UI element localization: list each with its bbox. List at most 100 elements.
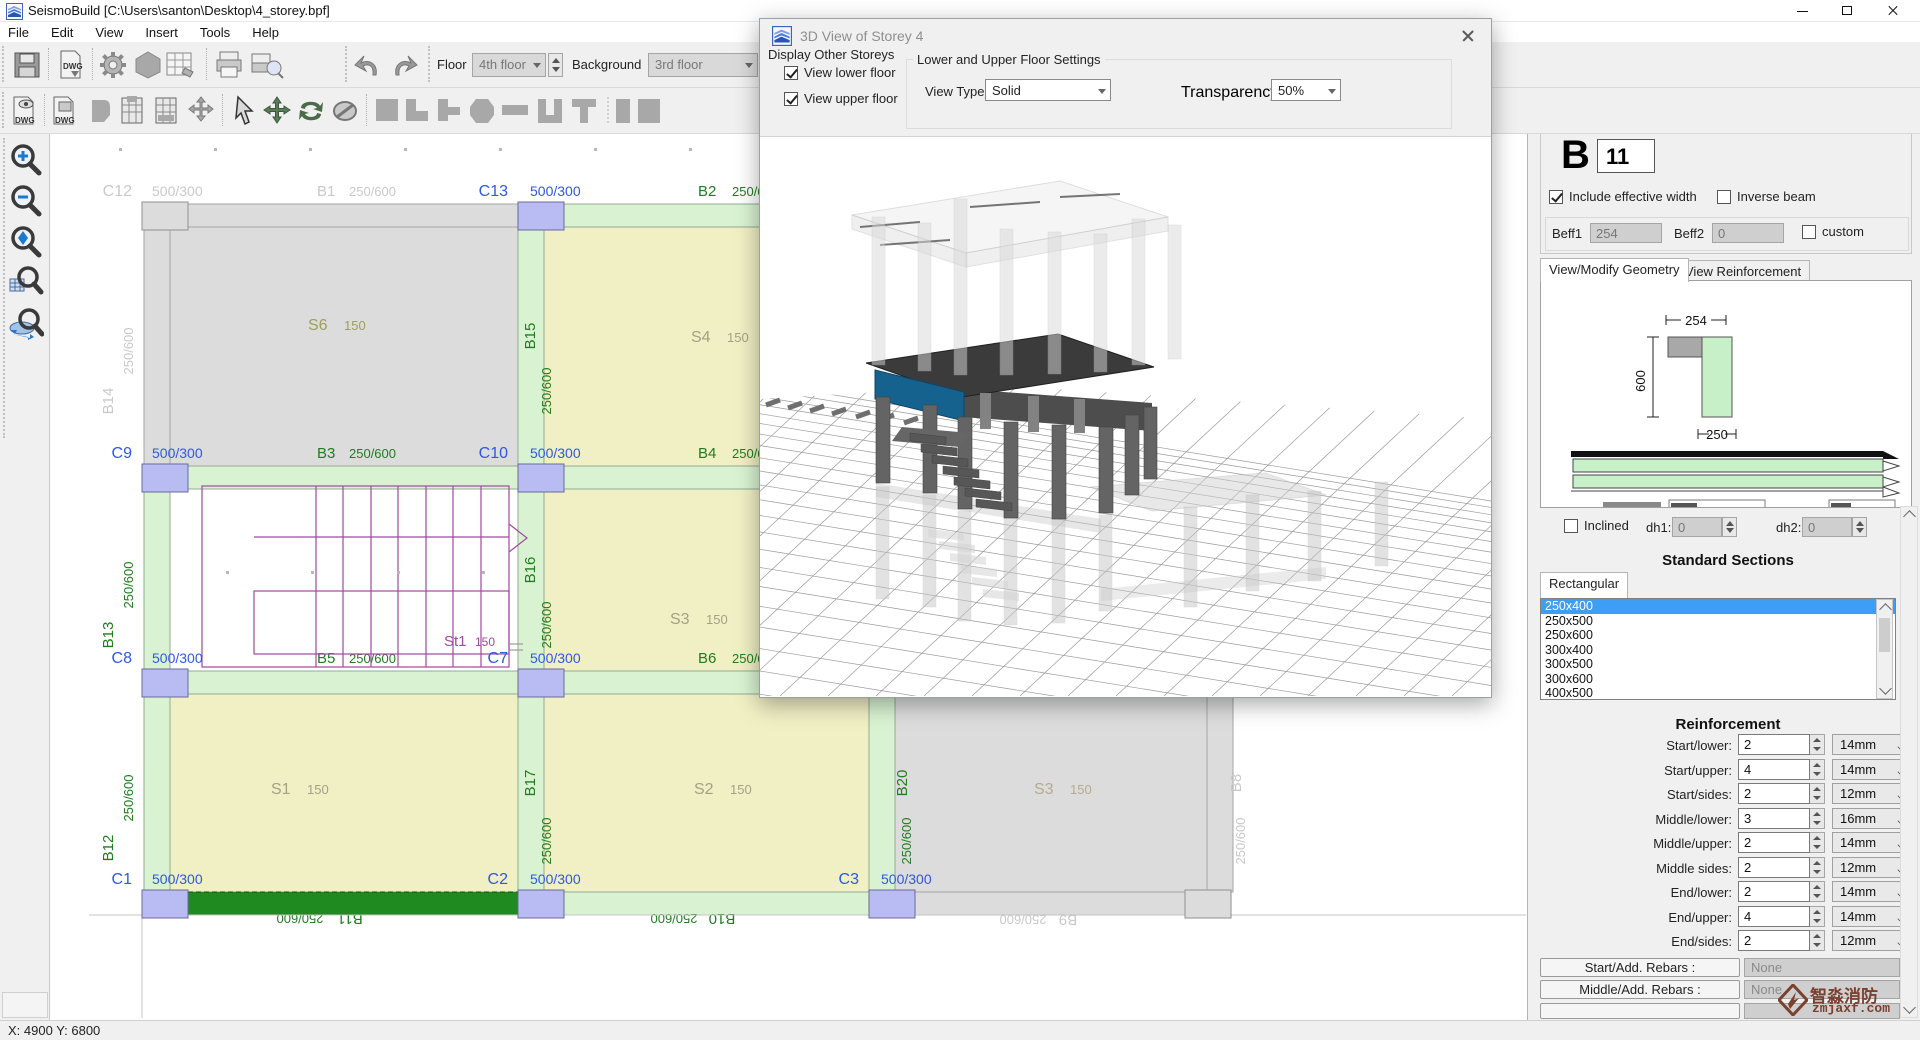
- print-preview-icon[interactable]: [250, 50, 284, 80]
- rebar-count-spinner[interactable]: [1810, 734, 1825, 755]
- close-button[interactable]: [1876, 0, 1910, 22]
- menu-item-insert[interactable]: Insert: [145, 25, 178, 40]
- menu-item-view[interactable]: View: [95, 25, 123, 40]
- rebar-count-input[interactable]: 2: [1738, 930, 1810, 951]
- section-item-250x400[interactable]: 250x400: [1541, 599, 1895, 614]
- inclined-checkbox[interactable]: Inclined: [1564, 518, 1629, 533]
- transparency-select[interactable]: 50%: [1271, 79, 1341, 101]
- rebar-count-spinner[interactable]: [1810, 906, 1825, 927]
- menu-item-edit[interactable]: Edit: [51, 25, 73, 40]
- section-item-400x500[interactable]: 400x500: [1541, 686, 1895, 700]
- import-dwg-icon[interactable]: DWG: [56, 49, 86, 81]
- save-icon[interactable]: [12, 50, 42, 80]
- rebar-count-input[interactable]: 4: [1738, 759, 1810, 780]
- rotate-tool-icon[interactable]: [296, 96, 326, 126]
- tab-view-reinforcement[interactable]: View Reinforcement: [1676, 260, 1810, 282]
- beam-B12[interactable]: B12250/600: [100, 694, 170, 892]
- view-lower-floor-checkbox[interactable]: View lower floor: [784, 65, 896, 80]
- dh2-field[interactable]: 0: [1802, 517, 1852, 537]
- sections-list[interactable]: 250x400250x500250x600300x400300x500300x6…: [1540, 598, 1896, 700]
- tab-rectangular[interactable]: Rectangular: [1540, 572, 1628, 598]
- panel-scrollbar[interactable]: [1900, 506, 1918, 1018]
- menu-item-file[interactable]: File: [8, 25, 29, 40]
- beam-B10[interactable]: B10250/600: [564, 892, 869, 927]
- view-3d-icon[interactable]: [8, 306, 44, 342]
- slab-S2[interactable]: S2150: [544, 694, 869, 892]
- delete-tool-icon[interactable]: [330, 96, 360, 126]
- end-add-rebars-button-clipped[interactable]: [1540, 1003, 1740, 1019]
- grid-tool-icon[interactable]: [118, 96, 148, 126]
- print-icon[interactable]: [214, 50, 246, 80]
- middle-add-rebars-button[interactable]: Middle/Add. Rebars :: [1540, 980, 1740, 999]
- rebar-count-spinner[interactable]: [1810, 759, 1825, 780]
- dh1-field[interactable]: 0: [1672, 517, 1722, 537]
- rebar-count-spinner[interactable]: [1810, 881, 1825, 902]
- inverse-beam-checkbox[interactable]: Inverse beam: [1717, 189, 1816, 204]
- settings-gear-icon[interactable]: [98, 50, 128, 80]
- include-effective-width-checkbox[interactable]: Include effective width: [1549, 189, 1697, 204]
- redo-icon[interactable]: [388, 51, 420, 79]
- zoom-in-icon[interactable]: [8, 142, 44, 178]
- slab-S3[interactable]: S3150: [895, 694, 1207, 892]
- dwg-insert-icon[interactable]: DWG: [50, 95, 80, 127]
- beam-B1[interactable]: B1250/600: [188, 183, 518, 227]
- start-add-rebars-button[interactable]: Start/Add. Rebars :: [1540, 958, 1740, 977]
- rebar-count-input[interactable]: 4: [1738, 906, 1810, 927]
- slab-S1[interactable]: S1150: [170, 694, 518, 892]
- rebar-count-spinner[interactable]: [1810, 832, 1825, 853]
- rebar-count-spinner[interactable]: [1810, 808, 1825, 829]
- zoom-extents-icon[interactable]: [8, 224, 44, 260]
- section-item-300x600[interactable]: 300x600: [1541, 672, 1895, 687]
- move-tool-icon[interactable]: [262, 96, 292, 126]
- rebar-count-spinner[interactable]: [1810, 930, 1825, 951]
- grid-move-icon[interactable]: [186, 96, 216, 126]
- zoom-out-icon[interactable]: [8, 183, 44, 219]
- slab-S6[interactable]: S6150: [170, 227, 518, 466]
- dialog-close-icon[interactable]: [1459, 27, 1477, 45]
- beam-B5[interactable]: B5250/600: [188, 650, 518, 694]
- section-item-300x500[interactable]: 300x500: [1541, 657, 1895, 672]
- rebar-count-input[interactable]: 2: [1738, 734, 1810, 755]
- grid-edit-icon[interactable]: [165, 50, 197, 80]
- dh2-spinner[interactable]: [1852, 517, 1867, 537]
- dh1-spinner[interactable]: [1722, 517, 1737, 537]
- minimize-button[interactable]: [1786, 0, 1820, 22]
- blob-tool-icon[interactable]: [86, 97, 114, 125]
- rebar-count-input[interactable]: 2: [1738, 857, 1810, 878]
- view-type-select[interactable]: Solid: [985, 79, 1111, 101]
- tab-view-modify-geometry[interactable]: View/Modify Geometry: [1540, 258, 1689, 282]
- column[interactable]: [1185, 890, 1231, 918]
- section-item-250x500[interactable]: 250x500: [1541, 614, 1895, 629]
- stair-St1[interactable]: St1150: [202, 486, 527, 667]
- beam-B9[interactable]: B9250/600: [915, 892, 1185, 928]
- rebar-count-input[interactable]: 3: [1738, 808, 1810, 829]
- section-item-250x600[interactable]: 250x600: [1541, 628, 1895, 643]
- beff2-field[interactable]: 0: [1712, 223, 1784, 243]
- view-upper-floor-checkbox[interactable]: View upper floor: [784, 91, 898, 106]
- solid-view-icon[interactable]: [133, 50, 163, 80]
- section-shape-icons[interactable]: [376, 97, 776, 125]
- beam-number-input[interactable]: 11: [1597, 139, 1655, 173]
- menu-item-help[interactable]: Help: [252, 25, 279, 40]
- panel-divider[interactable]: [1527, 134, 1536, 1020]
- sections-scrollbar[interactable]: [1876, 599, 1893, 699]
- grid-tool2-icon[interactable]: [152, 96, 182, 126]
- rebar-count-input[interactable]: 2: [1738, 832, 1810, 853]
- background-select[interactable]: 3rd floor: [648, 53, 758, 77]
- maximize-button[interactable]: [1831, 0, 1865, 22]
- beam-B14[interactable]: B14250/600: [100, 227, 170, 466]
- floor-select[interactable]: 4th floor: [472, 53, 546, 77]
- undo-icon[interactable]: [352, 51, 384, 79]
- rebar-count-spinner[interactable]: [1810, 783, 1825, 804]
- custom-checkbox[interactable]: custom: [1802, 224, 1864, 239]
- beam-B11[interactable]: B11250/600: [188, 892, 518, 927]
- rebar-count-input[interactable]: 2: [1738, 783, 1810, 804]
- beam-B8[interactable]: B8250/600: [1207, 694, 1248, 892]
- rebar-count-spinner[interactable]: [1810, 857, 1825, 878]
- dwg-view-icon[interactable]: DWG: [10, 95, 40, 127]
- beff1-field[interactable]: 254: [1590, 223, 1662, 243]
- beam-B13[interactable]: B13250/600: [100, 489, 170, 671]
- section-item-300x400[interactable]: 300x400: [1541, 643, 1895, 658]
- viewport-3d[interactable]: [760, 136, 1491, 697]
- menu-item-tools[interactable]: Tools: [200, 25, 230, 40]
